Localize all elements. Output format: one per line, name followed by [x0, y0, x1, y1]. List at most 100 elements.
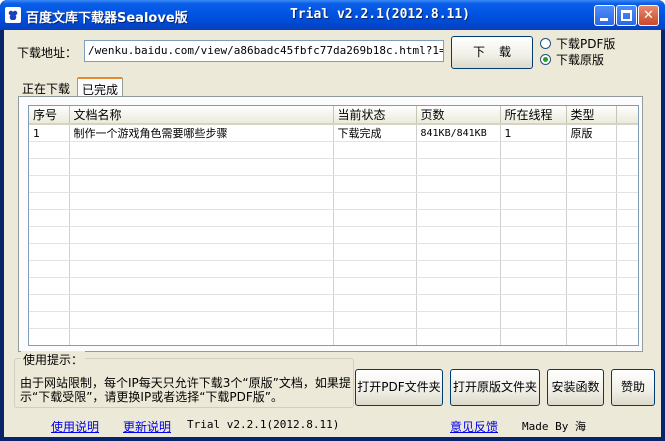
table-row-empty	[29, 260, 638, 278]
made-by-label: Made By 海	[522, 420, 586, 433]
empty-cell	[29, 192, 70, 210]
column-header-thread[interactable]: 所在线程	[500, 106, 567, 125]
paw-app-icon	[5, 7, 21, 23]
column-header-index[interactable]: 序号	[29, 106, 70, 125]
empty-cell	[69, 277, 334, 295]
empty-cell	[416, 209, 501, 227]
empty-cell	[616, 294, 638, 312]
table-row-empty	[29, 294, 638, 312]
title-bar[interactable]: 百度文库下载器Sealove版 Trial v2.2.1(2012.8.11) …	[0, 0, 665, 30]
column-header-status[interactable]: 当前状态	[333, 106, 417, 125]
empty-cell	[416, 158, 501, 176]
radio-pdf-label: 下载PDF版	[556, 37, 616, 51]
open-pdf-folder-button[interactable]: 打开PDF文件夹	[355, 369, 443, 406]
empty-cell	[69, 209, 334, 227]
close-icon: ✕	[643, 8, 654, 23]
help-link[interactable]: 使用说明	[51, 418, 99, 435]
empty-cell	[416, 141, 501, 159]
table-row[interactable]: 1 制作一个游戏角色需要哪些步骤 下载完成 841KB/841KB 1 原版	[29, 124, 638, 142]
table-row-empty	[29, 209, 638, 227]
empty-cell	[416, 311, 501, 329]
donate-button[interactable]: 赞助	[611, 369, 655, 406]
empty-cell	[500, 226, 567, 244]
radio-download-original[interactable]: 下载原版	[540, 51, 604, 68]
column-header-type[interactable]: 类型	[566, 106, 617, 125]
maximize-button[interactable]	[616, 5, 637, 26]
empty-cell	[616, 277, 638, 295]
install-functions-button[interactable]: 安装函数	[547, 369, 604, 406]
empty-cell	[333, 141, 417, 159]
url-input[interactable]: /wenku.baidu.com/view/a86badc45fbfc77da2…	[84, 40, 444, 62]
empty-cell	[616, 311, 638, 329]
empty-cell	[566, 277, 617, 295]
tab-downloading[interactable]: 正在下载	[18, 78, 74, 97]
empty-cell	[29, 294, 70, 312]
empty-cell	[416, 294, 501, 312]
empty-cell	[69, 328, 334, 345]
cell-index: 1	[29, 124, 70, 142]
empty-cell	[29, 311, 70, 329]
empty-cell	[500, 192, 567, 210]
tab-completed[interactable]: 已完成	[77, 77, 124, 97]
table-row-empty	[29, 192, 638, 210]
empty-cell	[566, 158, 617, 176]
empty-cell	[566, 328, 617, 345]
download-button[interactable]: 下载	[451, 36, 533, 69]
empty-cell	[416, 328, 501, 345]
close-button[interactable]: ✕	[638, 5, 659, 26]
empty-cell	[69, 141, 334, 159]
minimize-button[interactable]	[594, 5, 615, 26]
empty-cell	[616, 328, 638, 345]
empty-cell	[69, 294, 334, 312]
empty-cell	[500, 209, 567, 227]
address-label: 下载地址：	[17, 46, 78, 60]
table-row-empty	[29, 226, 638, 244]
empty-cell	[500, 243, 567, 261]
empty-cell	[29, 277, 70, 295]
empty-cell	[333, 260, 417, 278]
cell-type: 原版	[566, 124, 617, 142]
empty-cell	[69, 226, 334, 244]
open-original-folder-button[interactable]: 打开原版文件夹	[450, 369, 540, 406]
empty-cell	[29, 243, 70, 261]
empty-cell	[566, 175, 617, 193]
table-row-empty	[29, 328, 638, 345]
radio-download-pdf[interactable]: 下载PDF版	[540, 35, 615, 52]
cell-status: 下载完成	[333, 124, 417, 142]
empty-cell	[69, 243, 334, 261]
changelog-link[interactable]: 更新说明	[123, 418, 171, 435]
empty-cell	[566, 192, 617, 210]
tips-text: 由于网站限制，每个IP每天只允许下载3个“原版”文档，如果提示“下载受限”，请更…	[20, 376, 351, 404]
empty-cell	[616, 243, 638, 261]
table-row-empty	[29, 243, 638, 261]
empty-cell	[566, 260, 617, 278]
empty-cell	[566, 141, 617, 159]
table-row-empty	[29, 141, 638, 159]
completed-tab-panel: 序号 文档名称 当前状态 页数 所在线程 类型 1 制作一个游戏角色需要哪些步骤…	[18, 96, 643, 352]
cell-name: 制作一个游戏角色需要哪些步骤	[69, 124, 334, 142]
empty-cell	[500, 158, 567, 176]
empty-cell	[500, 311, 567, 329]
column-header-pages[interactable]: 页数	[416, 106, 501, 125]
maximize-icon	[621, 10, 632, 21]
download-list[interactable]: 序号 文档名称 当前状态 页数 所在线程 类型 1 制作一个游戏角色需要哪些步骤…	[28, 105, 639, 346]
empty-cell	[69, 175, 334, 193]
empty-cell	[333, 328, 417, 345]
empty-cell	[616, 192, 638, 210]
usage-tips-group: 使用提示： 由于网站限制，每个IP每天只允许下载3个“原版”文档，如果提示“下载…	[14, 351, 354, 408]
empty-cell	[416, 243, 501, 261]
empty-cell	[333, 226, 417, 244]
tips-title: 使用提示：	[21, 351, 86, 368]
table-row-empty	[29, 277, 638, 295]
window-title: 百度文库下载器Sealove版	[26, 11, 188, 26]
feedback-link[interactable]: 意见反馈	[450, 418, 498, 435]
empty-cell	[29, 328, 70, 345]
empty-cell	[333, 277, 417, 295]
empty-cell	[500, 277, 567, 295]
empty-cell	[416, 175, 501, 193]
minimize-icon	[600, 18, 608, 21]
table-row-empty	[29, 311, 638, 329]
empty-cell	[500, 294, 567, 312]
empty-cell	[500, 141, 567, 159]
column-header-name[interactable]: 文档名称	[69, 106, 334, 125]
